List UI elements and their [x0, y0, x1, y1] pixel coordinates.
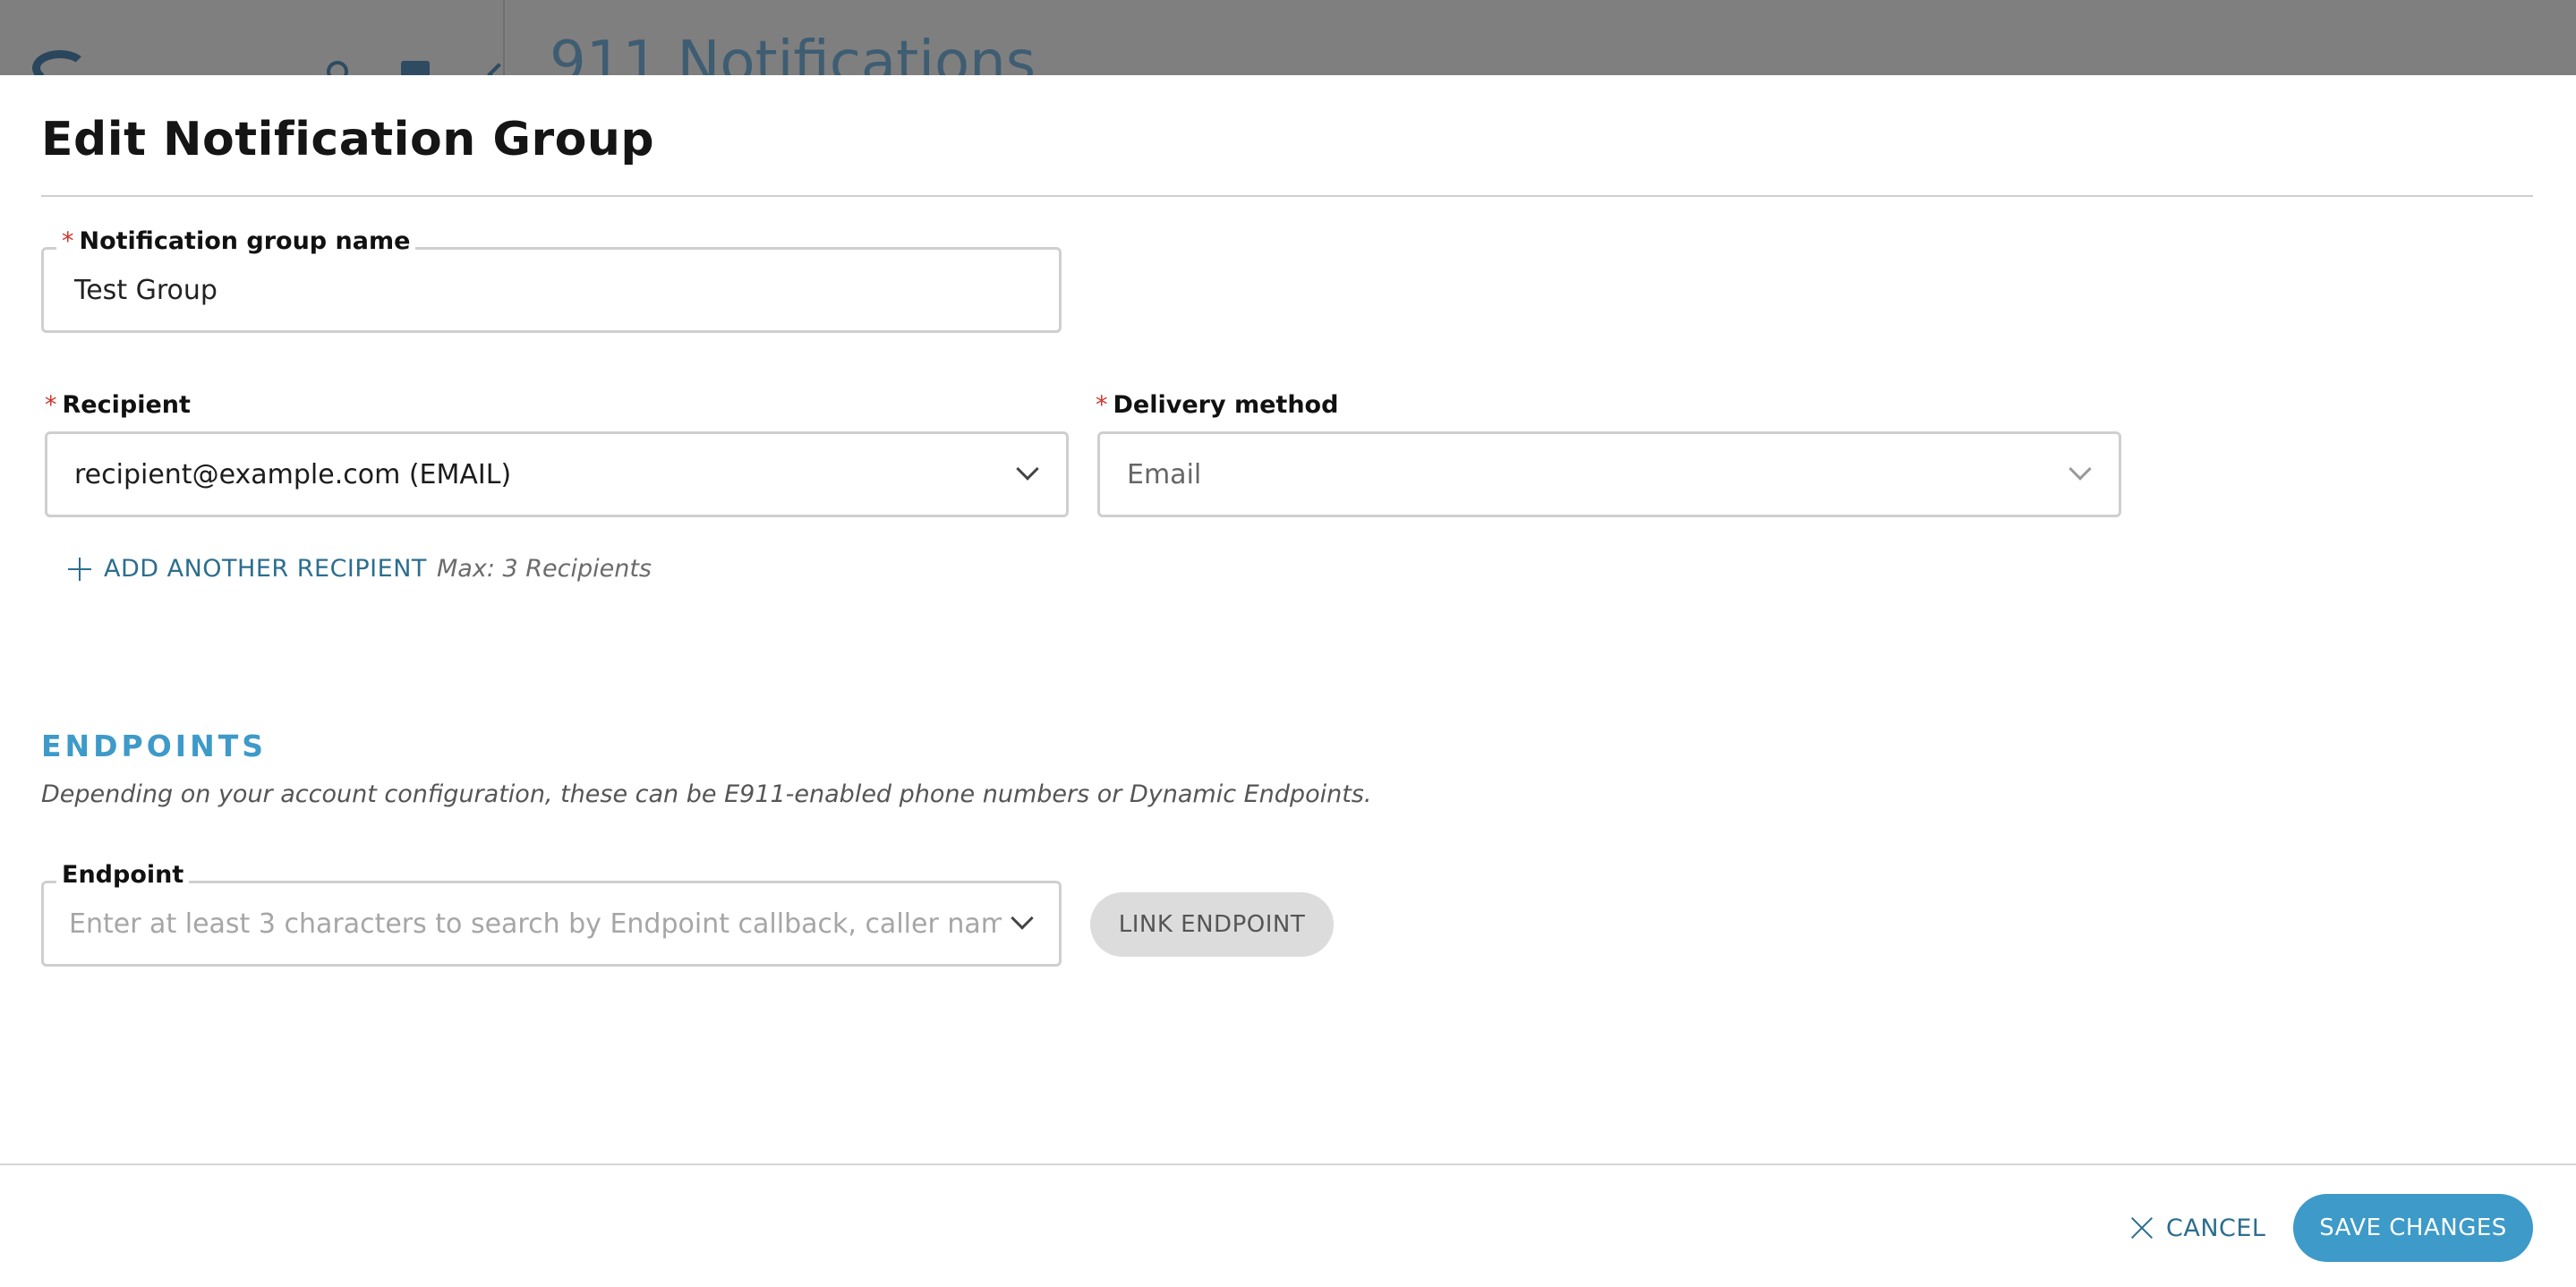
- endpoint-placeholder: Enter at least 3 characters to search by…: [69, 908, 1002, 940]
- link-endpoint-button[interactable]: LINK ENDPOINT: [1090, 892, 1334, 957]
- cancel-label: CANCEL: [2166, 1214, 2266, 1242]
- close-icon: [2130, 1216, 2154, 1240]
- recipient-value: recipient@example.com (EMAIL): [74, 458, 512, 490]
- title-divider: [41, 195, 2533, 197]
- plus-icon: [68, 557, 91, 581]
- chevron-down-icon: [2068, 457, 2092, 481]
- delivery-method-value: Email: [1127, 458, 1202, 490]
- required-mark: *: [45, 391, 57, 419]
- footer-divider: [0, 1163, 2576, 1165]
- add-another-recipient-button[interactable]: ADD ANOTHER RECIPIENT: [68, 555, 427, 583]
- chevron-down-icon: [1011, 907, 1034, 930]
- endpoint-search-field[interactable]: Endpoint Enter at least 3 characters to …: [41, 860, 1062, 967]
- group-name-value: Test Group: [74, 274, 218, 306]
- header-divider: [503, 0, 505, 75]
- required-mark: *: [62, 227, 74, 255]
- delivery-method-label-text: Delivery method: [1113, 391, 1339, 419]
- delivery-method-label: * Delivery method: [1096, 390, 1338, 421]
- edit-notification-group-modal: Edit Notification Group * Notification gr…: [0, 75, 2576, 1287]
- endpoints-heading: ENDPOINTS: [41, 729, 267, 763]
- recipient-label-text: Recipient: [62, 391, 191, 419]
- max-recipients-note: Max: 3 Recipients: [437, 555, 652, 583]
- cancel-button[interactable]: CANCEL: [2130, 1194, 2265, 1262]
- group-name-field[interactable]: * Notification group name Test Group: [41, 226, 1062, 333]
- save-changes-button[interactable]: SAVE CHANGES: [2293, 1194, 2533, 1262]
- recipient-label: * Recipient: [45, 390, 191, 421]
- add-recipient-label: ADD ANOTHER RECIPIENT: [104, 555, 427, 583]
- required-mark: *: [1096, 391, 1108, 419]
- modal-title: Edit Notification Group: [41, 113, 655, 166]
- chevron-down-icon: [1016, 457, 1039, 481]
- recipient-select[interactable]: recipient@example.com (EMAIL): [45, 431, 1069, 517]
- endpoints-description: Depending on your account configuration,…: [41, 780, 1372, 808]
- delivery-method-select[interactable]: Email: [1097, 431, 2121, 517]
